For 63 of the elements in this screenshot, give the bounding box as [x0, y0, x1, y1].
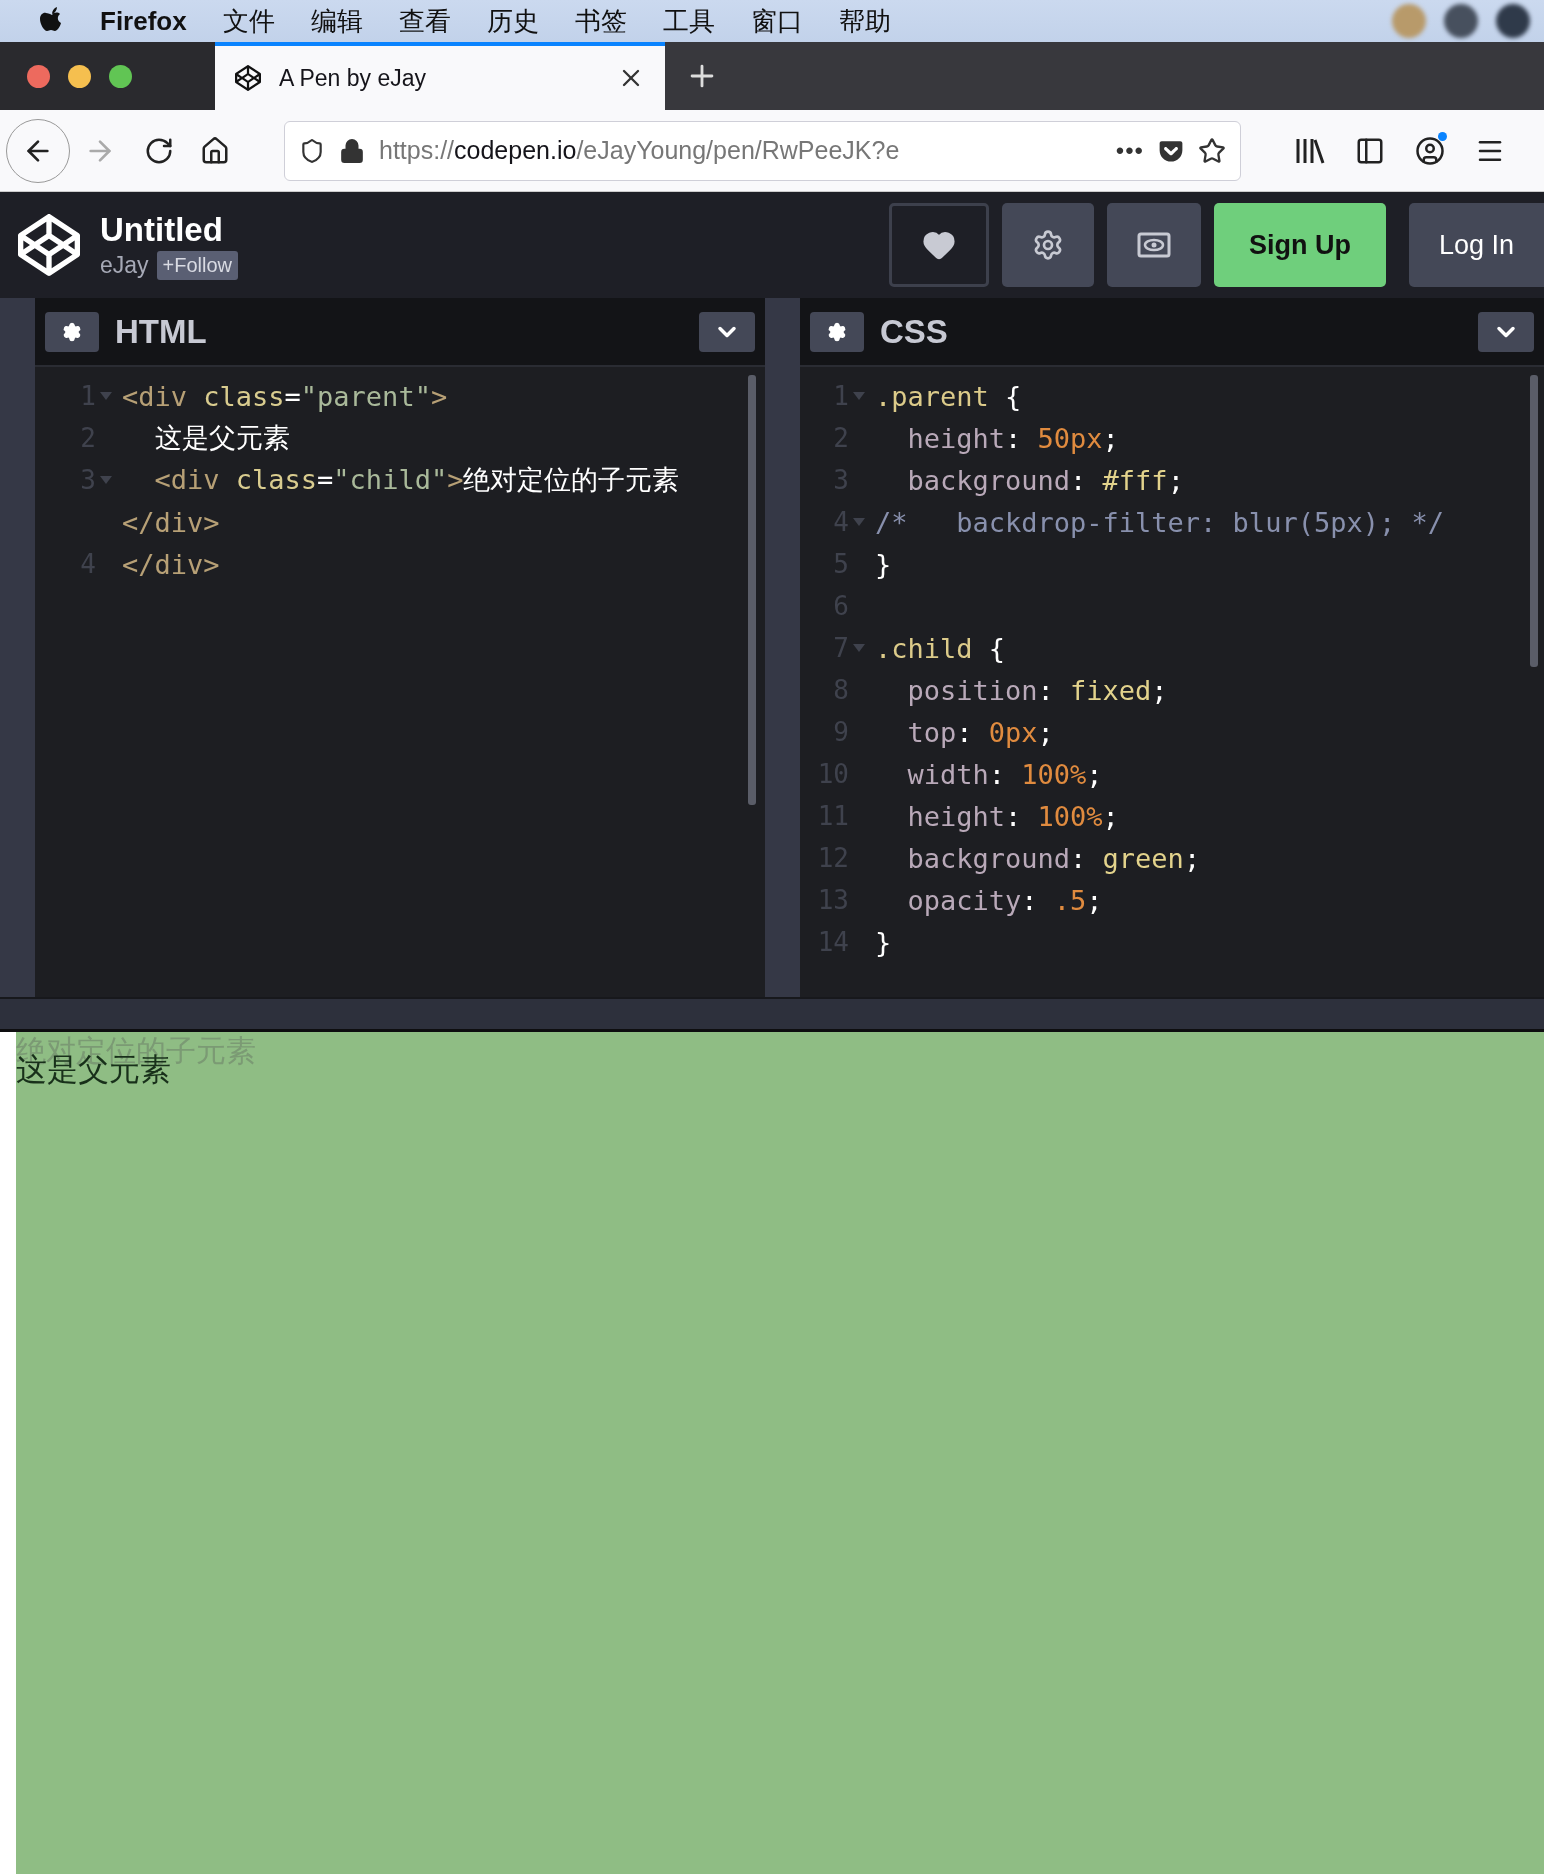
pen-title: Untitled	[100, 210, 224, 249]
heart-button[interactable]	[888, 203, 989, 287]
author-name[interactable]: eJay	[100, 251, 149, 279]
code-line: }	[875, 926, 892, 958]
menu-item[interactable]: 工具	[662, 3, 715, 39]
status-icon[interactable]	[1444, 4, 1478, 38]
code-line: background: green;	[906, 842, 1201, 874]
code-line: position: fixed;	[906, 674, 1168, 706]
code-line: width: 100%;	[906, 758, 1103, 790]
codepen-logo-icon	[235, 65, 261, 91]
collapse-button[interactable]	[1478, 311, 1534, 352]
settings-icon	[62, 321, 82, 342]
code-line: </div>	[122, 506, 220, 538]
editor-title: HTML	[115, 312, 207, 351]
url-text: https://codepen.io/eJayYoung/pen/RwPeeJK?e	[379, 136, 901, 165]
lock-icon[interactable]	[339, 137, 365, 164]
code-line: height: 50px;	[906, 422, 1119, 454]
code-line: .parent {	[875, 380, 1022, 412]
settings-icon	[827, 321, 847, 342]
close-window-icon[interactable]	[27, 64, 50, 88]
menu-item[interactable]: 编辑	[310, 3, 363, 39]
menu-item[interactable]: 文件	[222, 3, 275, 39]
scrollbar[interactable]	[1530, 375, 1538, 667]
code-line: 这是父元素	[153, 421, 290, 455]
browser-tab[interactable]: A Pen by eJay	[215, 42, 665, 110]
code-line: background: #fff;	[906, 464, 1184, 496]
code-line: /* backdrop-filter: blur(5px); */	[875, 506, 1444, 538]
menu-item[interactable]: 查看	[398, 3, 451, 39]
sign-up-button[interactable]: Sign Up	[1213, 203, 1386, 287]
code-line: }	[875, 548, 892, 580]
menu-item[interactable]: 书签	[574, 3, 627, 39]
code-line: <div class="parent">	[122, 380, 448, 412]
code-line: opacity: .5;	[906, 884, 1103, 916]
scrollbar[interactable]	[748, 375, 756, 805]
star-icon[interactable]	[1198, 136, 1226, 165]
collapse-button[interactable]	[699, 311, 755, 352]
account-icon[interactable]	[1415, 135, 1445, 166]
eye-icon	[1136, 231, 1171, 259]
shield-icon[interactable]	[299, 137, 325, 164]
settings-button[interactable]	[45, 311, 99, 352]
codepen-logo-icon[interactable]	[18, 214, 80, 276]
status-icon[interactable]	[1496, 4, 1530, 38]
home-icon[interactable]	[200, 135, 230, 166]
menu-item[interactable]: 历史	[486, 3, 539, 39]
page-actions-menu[interactable]: •••	[1115, 136, 1144, 165]
zoom-window-icon[interactable]	[109, 64, 132, 88]
menu-item[interactable]: 帮助	[838, 3, 891, 39]
log-in-button[interactable]: Log In	[1408, 203, 1544, 287]
code-line: </div>	[122, 548, 220, 580]
editor-title: CSS	[880, 312, 948, 351]
minimize-window-icon[interactable]	[68, 64, 91, 88]
code-line: .child {	[875, 632, 1006, 664]
menu-item[interactable]: 窗口	[750, 3, 803, 39]
code-line: top: 0px;	[906, 716, 1054, 748]
follow-button[interactable]: +Follow	[156, 250, 239, 280]
settings-button[interactable]	[810, 311, 864, 352]
library-icon[interactable]	[1295, 136, 1325, 165]
code-line: height: 100%;	[906, 800, 1119, 832]
view-button[interactable]	[1106, 203, 1201, 287]
menu-item[interactable]: Firefox	[100, 5, 187, 37]
code-line: <div class="child">绝对定位的子元素	[153, 463, 680, 497]
address-field[interactable]: https://codepen.io/eJayYoung/pen/RwPeeJK?e •••	[284, 120, 1241, 181]
notification-dot	[1438, 131, 1447, 141]
